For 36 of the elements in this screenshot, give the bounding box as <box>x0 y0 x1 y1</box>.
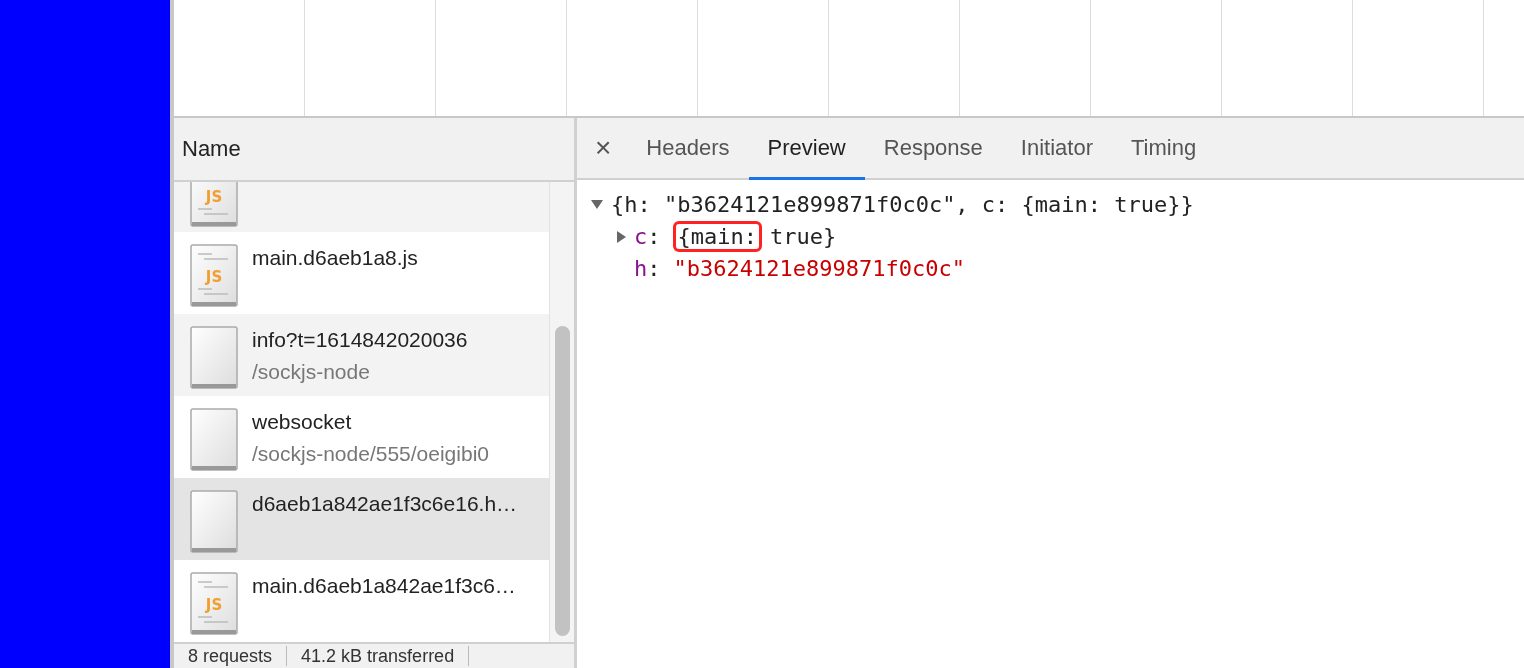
request-path: /sockjs-node <box>252 360 371 384</box>
name-column-header[interactable]: Name <box>174 118 574 182</box>
blank-file-icon <box>190 408 238 472</box>
script-file-icon: JS <box>190 182 238 228</box>
request-path: /sockjs-node/555/oeigibi0 <box>252 442 489 466</box>
highlighted-value: {main: <box>672 221 762 252</box>
property-key: h <box>634 256 648 281</box>
request-name: info?t=1614842020036 <box>252 328 468 352</box>
script-file-icon: JS <box>190 572 238 636</box>
request-name: d6aeb1a842ae1f3c6e16.h… <box>252 492 518 516</box>
property-key: c <box>634 224 648 249</box>
close-button[interactable]: × <box>577 118 628 178</box>
string-value: "b3624121e899871f0c0c" <box>673 256 965 281</box>
request-name: websocket <box>252 410 353 434</box>
status-text: 8 requests <box>174 646 288 666</box>
request-row[interactable]: info?t=1614842020036 /sockjs-node <box>174 314 549 396</box>
request-name: main.d6aeb1a8.js <box>252 246 418 270</box>
property-value: true} <box>770 224 837 249</box>
status-text: 41.2 kB transferred <box>287 646 470 666</box>
tab[interactable]: Initiator <box>1001 118 1112 180</box>
tab[interactable]: Response <box>864 118 1002 180</box>
tab[interactable]: Timing <box>1112 118 1216 180</box>
tab[interactable]: Headers <box>627 118 749 180</box>
request-row[interactable]: d6aeb1a842ae1f3c6e16.h… <box>174 478 549 560</box>
script-file-icon: JS <box>190 244 238 308</box>
expand-triangle-icon[interactable] <box>617 230 626 243</box>
blank-file-icon <box>190 490 238 554</box>
colon: : <box>647 256 661 281</box>
scrollbar[interactable] <box>549 182 574 642</box>
blank-file-icon <box>190 326 238 390</box>
tab[interactable]: Preview <box>748 118 865 180</box>
scrollbar-thumb[interactable] <box>554 326 570 636</box>
object-summary: {h: "b3624121e899871f0c0c", c: {main: true}} <box>611 192 1194 217</box>
expand-triangle-icon[interactable] <box>591 200 603 209</box>
colon: : <box>647 224 661 249</box>
request-name: main.d6aeb1a842ae1f3c6… <box>252 574 516 598</box>
